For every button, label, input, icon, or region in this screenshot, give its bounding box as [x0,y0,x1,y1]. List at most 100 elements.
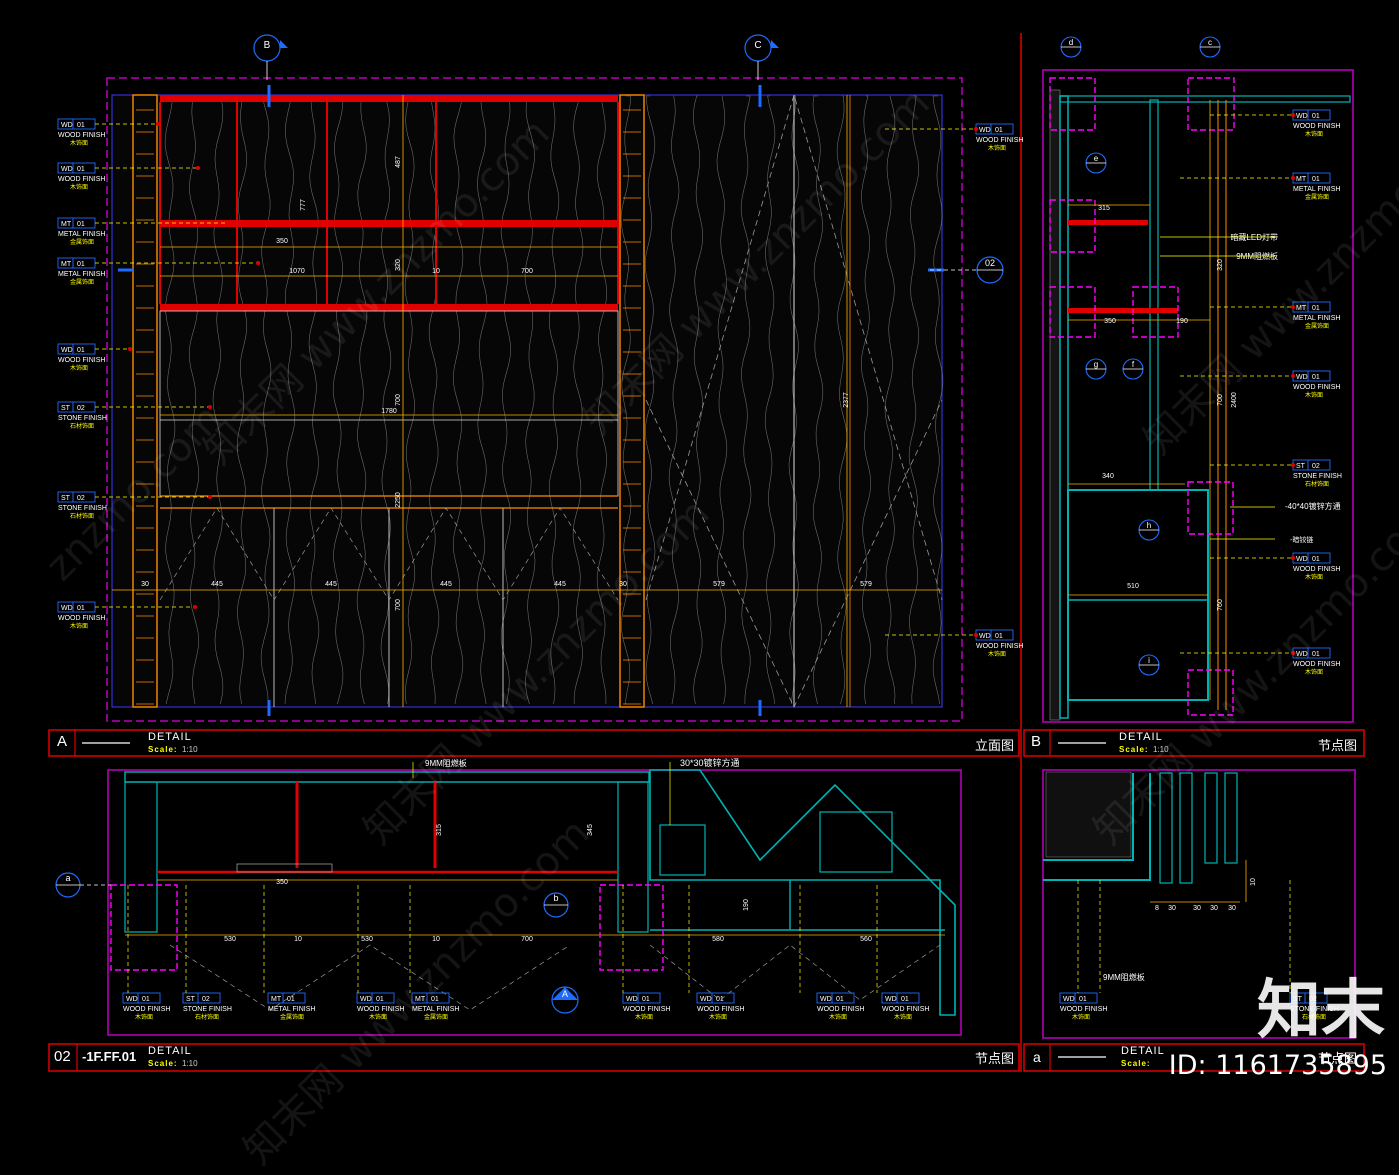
tag-a-metal-2-code: MT [61,261,72,268]
dim-b-1: 350 [1104,318,1116,325]
tag-a-wood-2-num: 01 [77,166,85,173]
tag-02-stone-1-code: ST [186,996,196,1003]
tag-02-stone-1-cn: 石材饰面 [195,1013,219,1021]
tag-b-stone-1-finish: STONE FINISH [1293,473,1342,480]
panel-b-letter: B [1031,733,1042,750]
tag-a-metal-2-finish: METAL FINISH [58,271,105,278]
tag-02-wood-2-code: WD [360,996,372,1003]
tag-02-wood-6-code: WD [885,996,897,1003]
tag-02-wood-3-code: WD [626,996,638,1003]
tag-a-stone-2-finish: STONE FINISH [58,505,107,512]
tag-02-wood-5-finish: WOOD FINISH [817,1006,864,1013]
tag-02-metal-2-num: 01 [431,996,439,1003]
tag-02-wood-1-code: WD [126,996,138,1003]
callout-b-g-label: g [1094,360,1098,369]
dim-a-11: 2377 [843,392,850,408]
tag-a-wood-1-cn: 木饰面 [70,139,88,147]
dim-a-7: 445 [440,581,452,588]
dim-a-13: 487 [395,156,402,168]
tag-02-metal-2-cn: 金属饰面 [424,1013,448,1021]
tag-a2-wood-1-code: WD [1063,996,1075,1003]
dim-a-15: 700 [395,394,402,406]
tag-b-stone-1-cn: 石材饰面 [1305,480,1329,488]
dim-a-8: 445 [554,581,566,588]
tag-02-wood-3-cn: 木饰面 [635,1013,653,1021]
callout-a-section-label: A [562,989,568,999]
tag-a-stone-2-code: ST [61,495,71,502]
brand-logo: 知末 [1257,974,1385,1048]
note-b-2: -40*40镀锌方通 [1285,501,1341,511]
note-a2-0: 9MM阻燃板 [1103,972,1145,982]
tag-02-wood-4-finish: WOOD FINISH [697,1006,744,1013]
note-02-1: 30*30镀锌方通 [680,757,740,768]
dim-a-12: 777 [300,199,307,211]
tag-02-metal-1-cn: 金属饰面 [280,1013,304,1021]
dim-02-1: 530 [224,936,236,943]
tag-b-wood-3-code: WD [1296,556,1308,563]
tag-02-wood-6-finish: WOOD FINISH [882,1006,929,1013]
tag-a-wood-r1-code: WD [979,127,991,134]
tag-02-wood-6-cn: 木饰面 [894,1013,912,1021]
dim-02-9: 345 [587,824,594,836]
dim-a-6: 445 [325,581,337,588]
tag-a2-wood-1-finish: WOOD FINISH [1060,1006,1107,1013]
cad-drawing: B C 02 a b A WD 01WOOD FINISH木饰面WD 01WOO… [0,0,1399,1105]
panel-b-title: DETAIL [1119,731,1163,743]
dim-b-4: 510 [1127,583,1139,590]
tag-b-wood-2-finish: WOOD FINISH [1293,384,1340,391]
tag-02-metal-2-code: MT [415,996,426,1003]
tag-b-wood-3-cn: 木饰面 [1305,573,1323,581]
callout-b-h-label: h [1147,521,1151,530]
dim-02-10: 190 [743,899,750,911]
dim-b-0: 315 [1098,205,1110,212]
panel-02-ref: -1F.FF.01 [82,1049,137,1064]
panel-a-scale: Scale: [148,745,178,754]
dim-b-3: 340 [1102,473,1114,480]
note-02-0: 9MM阻燃板 [425,758,467,768]
tag-b-wood-4-code: WD [1296,651,1308,658]
tag-a-wood-2-finish: WOOD FINISH [58,176,105,183]
tag-b-wood-3-finish: WOOD FINISH [1293,566,1340,573]
tag-b-wood-1-code: WD [1296,113,1308,120]
panel-02-scale: Scale: [148,1059,178,1068]
dim-a2-0: 30 [1168,905,1176,912]
tag-02-wood-2-cn: 木饰面 [369,1013,387,1021]
dim-a2-2: 30 [1210,905,1218,912]
tag-b-stone-1-code: ST [1296,463,1306,470]
tag-a-wood-r2-code: WD [979,633,991,640]
tag-02-wood-5-num: 01 [836,996,844,1003]
tag-a-stone-2-num: 02 [77,495,85,502]
tag-b-wood-4-cn: 木饰面 [1305,668,1323,676]
tag-a-wood-4-code: WD [61,605,73,612]
panel-a-title: DETAIL [148,731,192,743]
dim-b-2: 190 [1176,318,1188,325]
tag-a2-wood-1-cn: 木饰面 [1072,1013,1090,1021]
panel-a-small-scale: Scale: [1121,1059,1151,1068]
callout-a-label: a [65,873,70,883]
dim-a2-1: 30 [1193,905,1201,912]
callout-c-label: C [754,40,761,51]
tag-a-metal-1-finish: METAL FINISH [58,231,105,238]
tag-b-wood-4-finish: WOOD FINISH [1293,661,1340,668]
panel-a-elevation: B C 02 [106,34,1004,722]
tag-02-metal-1-code: MT [271,996,282,1003]
tag-a-wood-r1-num: 01 [995,127,1003,134]
tag-b-metal-1-finish: METAL FINISH [1293,186,1340,193]
tag-a-metal-2-num: 01 [77,261,85,268]
tag-02-wood-1-num: 01 [142,996,150,1003]
image-id: ID: 1161735895 [1168,1050,1387,1081]
dim-a2-5: 8 [1155,905,1159,912]
tag-b-wood-4-num: 01 [1312,651,1320,658]
dim-02-7: 560 [860,936,872,943]
tag-a-stone-2-cn: 石材饰面 [70,512,94,520]
tag-a-wood-r2-num: 01 [995,633,1003,640]
callout-b-e-label: e [1094,154,1099,163]
dim-a-18: 30 [141,581,149,588]
tag-b-wood-2-num: 01 [1312,374,1320,381]
dim-b-8: 760 [1217,599,1224,611]
dim-a-10: 579 [860,581,872,588]
tag-a-wood-r1-finish: WOOD FINISH [976,137,1023,144]
dim-a-19: 30 [619,581,627,588]
dim-a-2: 10 [432,268,440,275]
tag-02-wood-4-code: WD [700,996,712,1003]
